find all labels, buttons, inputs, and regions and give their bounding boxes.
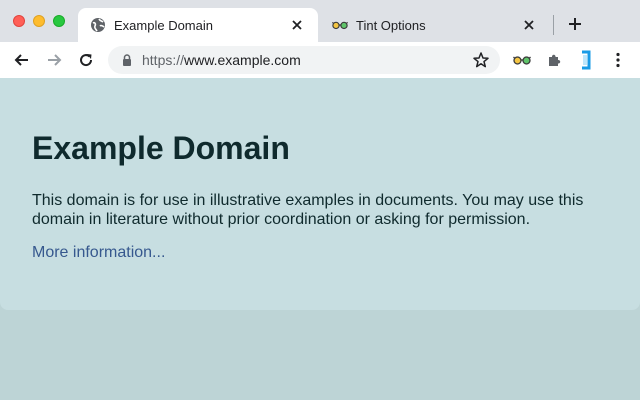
page-title: Example Domain <box>32 130 290 166</box>
lock-icon[interactable] <box>120 53 134 67</box>
tab-example-domain[interactable]: Example Domain <box>78 8 318 42</box>
forward-arrow-icon <box>48 54 62 66</box>
window-minimize-button[interactable] <box>33 15 45 27</box>
browser-titlebar: Example Domain Tint Options <box>0 0 640 42</box>
tab-title: Tint Options <box>356 17 426 33</box>
tab-tint-options[interactable]: Tint Options <box>320 8 550 42</box>
plus-icon <box>569 18 581 30</box>
forward-button[interactable] <box>44 50 64 70</box>
blue-bracket-icon <box>582 50 591 70</box>
more-information-link[interactable]: More information... <box>32 244 165 262</box>
kebab-menu-icon <box>616 52 620 68</box>
tint-extension-button[interactable] <box>512 50 532 70</box>
bracket-extension-button[interactable] <box>576 50 596 70</box>
reload-icon <box>80 54 93 67</box>
url-host: www.example.com <box>184 52 301 68</box>
glasses-icon <box>332 17 348 33</box>
back-arrow-icon <box>14 54 28 66</box>
browser-toolbar: https://www.example.com <box>0 42 640 78</box>
extensions-button[interactable] <box>544 50 564 70</box>
browser-menu-button[interactable] <box>608 50 628 70</box>
page-content: Example Domain This domain is for use in… <box>0 78 640 310</box>
address-bar-url[interactable]: https://www.example.com <box>142 52 301 68</box>
back-button[interactable] <box>12 50 32 70</box>
tab-divider <box>553 15 554 35</box>
puzzle-icon <box>549 54 561 66</box>
url-scheme: https:// <box>142 52 185 68</box>
close-icon[interactable] <box>520 16 538 34</box>
window-maximize-button[interactable] <box>53 15 65 27</box>
address-bar[interactable]: https://www.example.com <box>108 46 500 74</box>
close-icon[interactable] <box>288 16 306 34</box>
globe-icon <box>90 17 106 33</box>
tab-title: Example Domain <box>114 17 213 33</box>
glasses-icon <box>513 56 531 65</box>
new-tab-button[interactable] <box>565 14 585 34</box>
page-description: This domain is for use in illustrative e… <box>32 192 584 228</box>
reload-button[interactable] <box>76 50 96 70</box>
bookmark-star-icon[interactable] <box>472 51 490 69</box>
window-close-button[interactable] <box>13 15 25 27</box>
